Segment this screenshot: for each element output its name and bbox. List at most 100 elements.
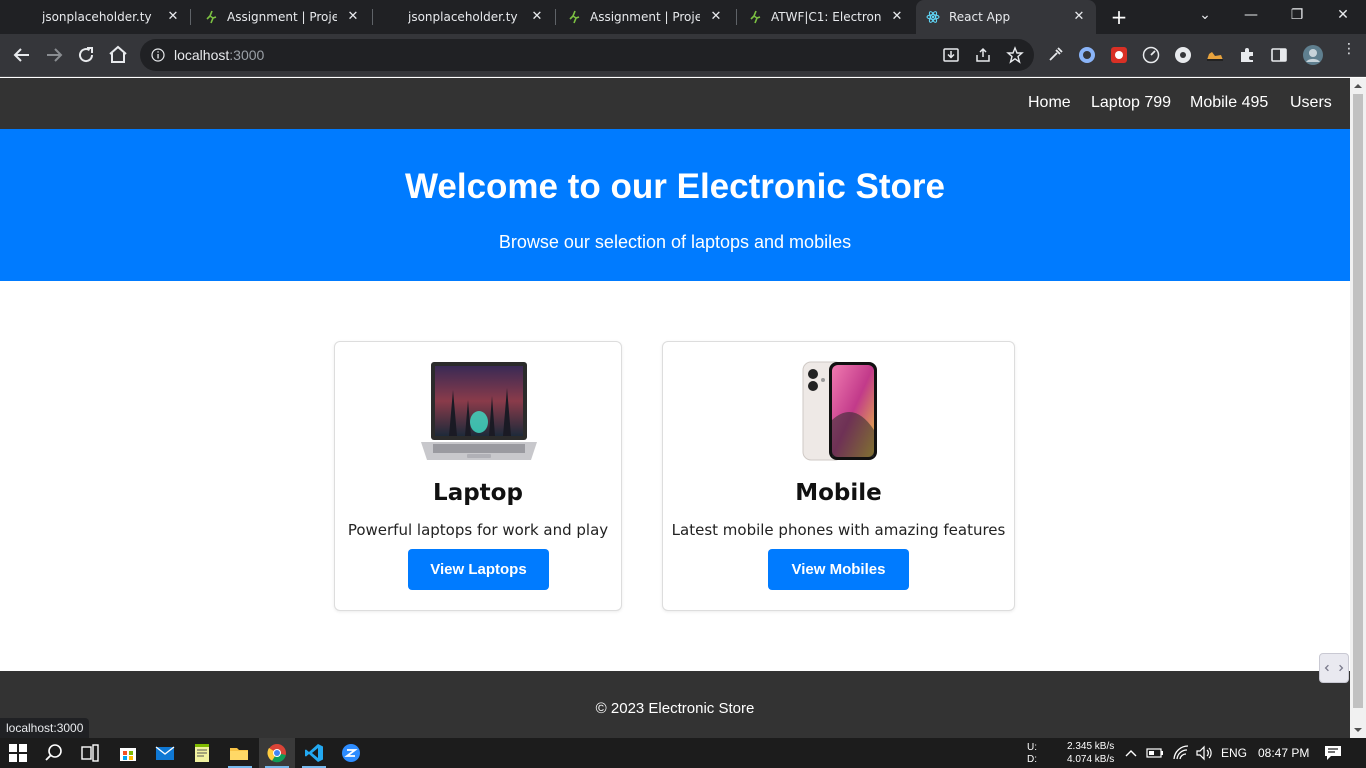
scroll-down-arrow-icon[interactable]: [1354, 726, 1362, 734]
browser-menu-icon[interactable]: ⋮: [1342, 42, 1356, 64]
close-icon[interactable]: ✕: [346, 10, 360, 24]
url-host: localhost: [174, 47, 230, 63]
runner-icon: [206, 10, 217, 24]
mobile-card: Mobile Latest mobile phones with amazing…: [662, 341, 1015, 611]
tab-title: ATWF|C1: Electronic Store: [771, 10, 881, 24]
hero-banner: Welcome to our Electronic Store Browse o…: [0, 129, 1350, 281]
profile-avatar-icon[interactable]: [1302, 44, 1324, 66]
nav-link-laptop[interactable]: Laptop 799: [1091, 94, 1171, 112]
task-view-icon[interactable]: [80, 743, 100, 763]
close-icon[interactable]: ✕: [1072, 10, 1086, 24]
browser-tab[interactable]: Assignment | Projects ✕: [194, 0, 370, 34]
url-port: :3000: [229, 47, 265, 63]
runner-icon: [569, 10, 580, 24]
mobile-card-title: Mobile: [795, 480, 882, 506]
phone-image: [802, 361, 877, 461]
speaker-icon[interactable]: [1195, 744, 1213, 762]
download-label: D:: [1027, 754, 1037, 765]
laptop-card-description: Powerful laptops for work and play: [347, 521, 609, 539]
scrollbar-thumb[interactable]: [1353, 94, 1363, 708]
laptop-card-title: Laptop: [433, 480, 523, 506]
link-status-tooltip: localhost:3000: [0, 718, 90, 738]
tab-title: Assignment | Projects: [227, 10, 337, 24]
chevron-up-icon[interactable]: [1124, 746, 1138, 760]
floating-widget-button[interactable]: [1319, 653, 1349, 683]
mobile-card-description: Latest mobile phones with amazing featur…: [671, 521, 1006, 539]
hero-title: Welcome to our Electronic Store: [404, 167, 946, 206]
home-icon[interactable]: [106, 43, 130, 67]
install-app-icon[interactable]: [942, 46, 960, 64]
tab-divider: [555, 9, 556, 25]
tab-title: jsonplaceholder.typicode.com: [408, 10, 518, 24]
upload-label: U:: [1027, 742, 1037, 753]
close-icon[interactable]: ✕: [530, 10, 544, 24]
forward-arrow-icon[interactable]: [42, 43, 66, 67]
tab-title: jsonplaceholder.typicode.com: [42, 10, 152, 24]
reload-icon[interactable]: [74, 43, 98, 67]
tab-divider: [372, 9, 373, 25]
browser-tab-strip: jsonplaceholder.typicode.com ✕ Assignmen…: [0, 0, 1366, 34]
address-bar[interactable]: localhost:3000: [140, 39, 1034, 71]
browser-tab[interactable]: jsonplaceholder.typicode.com ✕: [32, 0, 190, 34]
language-indicator[interactable]: ENG: [1221, 746, 1247, 760]
extensions-puzzle-icon[interactable]: [1238, 46, 1256, 64]
new-tab-button[interactable]: +: [1108, 6, 1130, 28]
browser-tab-active[interactable]: React App ✕: [916, 0, 1096, 34]
footer-copyright: © 2023 Electronic Store: [595, 700, 755, 717]
laptop-image: [421, 362, 537, 460]
battery-icon[interactable]: [1146, 746, 1164, 760]
speedometer-icon[interactable]: [1142, 46, 1160, 64]
notepad-icon[interactable]: [192, 743, 212, 763]
scroll-up-arrow-icon[interactable]: [1354, 82, 1362, 90]
eyedropper-icon[interactable]: [1046, 46, 1064, 64]
minimize-button[interactable]: —: [1228, 0, 1274, 30]
wifi-icon[interactable]: [1172, 744, 1190, 762]
zoom-icon[interactable]: [341, 743, 361, 763]
extension-circle-icon[interactable]: [1078, 46, 1096, 64]
close-icon[interactable]: ✕: [709, 10, 723, 24]
browser-tab[interactable]: ATWF|C1: Electronic Store ✕: [738, 0, 914, 34]
browser-tab[interactable]: jsonplaceholder.typicode.com ✕: [398, 0, 554, 34]
browser-tab[interactable]: Assignment | Projects ✕: [557, 0, 733, 34]
extension-white-circle-icon[interactable]: [1174, 46, 1192, 64]
url-text: localhost:3000: [174, 47, 264, 63]
nav-link-users[interactable]: Users: [1290, 94, 1332, 112]
side-panel-icon[interactable]: [1270, 46, 1288, 64]
file-explorer-icon[interactable]: [229, 743, 249, 763]
restore-button[interactable]: ❐: [1274, 0, 1320, 30]
tab-search-chevron-icon[interactable]: ⌄: [1182, 0, 1228, 30]
page-viewport: Home Laptop 799 Mobile 495 Users Welcome…: [0, 78, 1350, 738]
browser-toolbar: localhost:3000 ⋮: [0, 34, 1366, 77]
tab-divider: [736, 9, 737, 25]
download-speed: 4.074 kB/s: [1067, 754, 1115, 765]
laptop-card: Laptop Powerful laptops for work and pla…: [334, 341, 622, 611]
react-icon: [926, 11, 940, 23]
back-arrow-icon[interactable]: [10, 43, 34, 67]
site-info-icon[interactable]: [151, 48, 165, 62]
nav-link-home[interactable]: Home: [1028, 94, 1071, 112]
store-icon[interactable]: [118, 743, 138, 763]
tab-divider: [190, 9, 191, 25]
extension-red-icon[interactable]: [1110, 46, 1128, 64]
search-icon[interactable]: [44, 743, 64, 763]
vscode-icon[interactable]: [304, 743, 324, 763]
windows-start-icon[interactable]: [8, 743, 28, 763]
close-icon[interactable]: ✕: [166, 10, 180, 24]
view-mobiles-button[interactable]: View Mobiles: [768, 549, 909, 590]
hero-subtitle: Browse our selection of laptops and mobi…: [498, 232, 852, 252]
clock-time[interactable]: 08:47 PM: [1258, 746, 1309, 760]
site-navbar: Home Laptop 799 Mobile 495 Users: [0, 78, 1350, 129]
chrome-icon[interactable]: [267, 743, 287, 763]
view-laptops-button[interactable]: View Laptops: [408, 549, 549, 590]
mail-icon[interactable]: [155, 743, 175, 763]
close-window-button[interactable]: ✕: [1320, 0, 1366, 30]
bookmark-star-icon[interactable]: [1006, 46, 1024, 64]
code-chevrons-icon: [1324, 664, 1344, 672]
tab-title: Assignment | Projects: [590, 10, 700, 24]
notification-icon[interactable]: [1324, 744, 1342, 762]
close-icon[interactable]: ✕: [890, 10, 904, 24]
extension-shoe-icon[interactable]: [1206, 46, 1224, 64]
share-icon[interactable]: [974, 46, 992, 64]
nav-link-mobile[interactable]: Mobile 495: [1190, 94, 1268, 112]
page-scrollbar[interactable]: [1350, 78, 1366, 738]
